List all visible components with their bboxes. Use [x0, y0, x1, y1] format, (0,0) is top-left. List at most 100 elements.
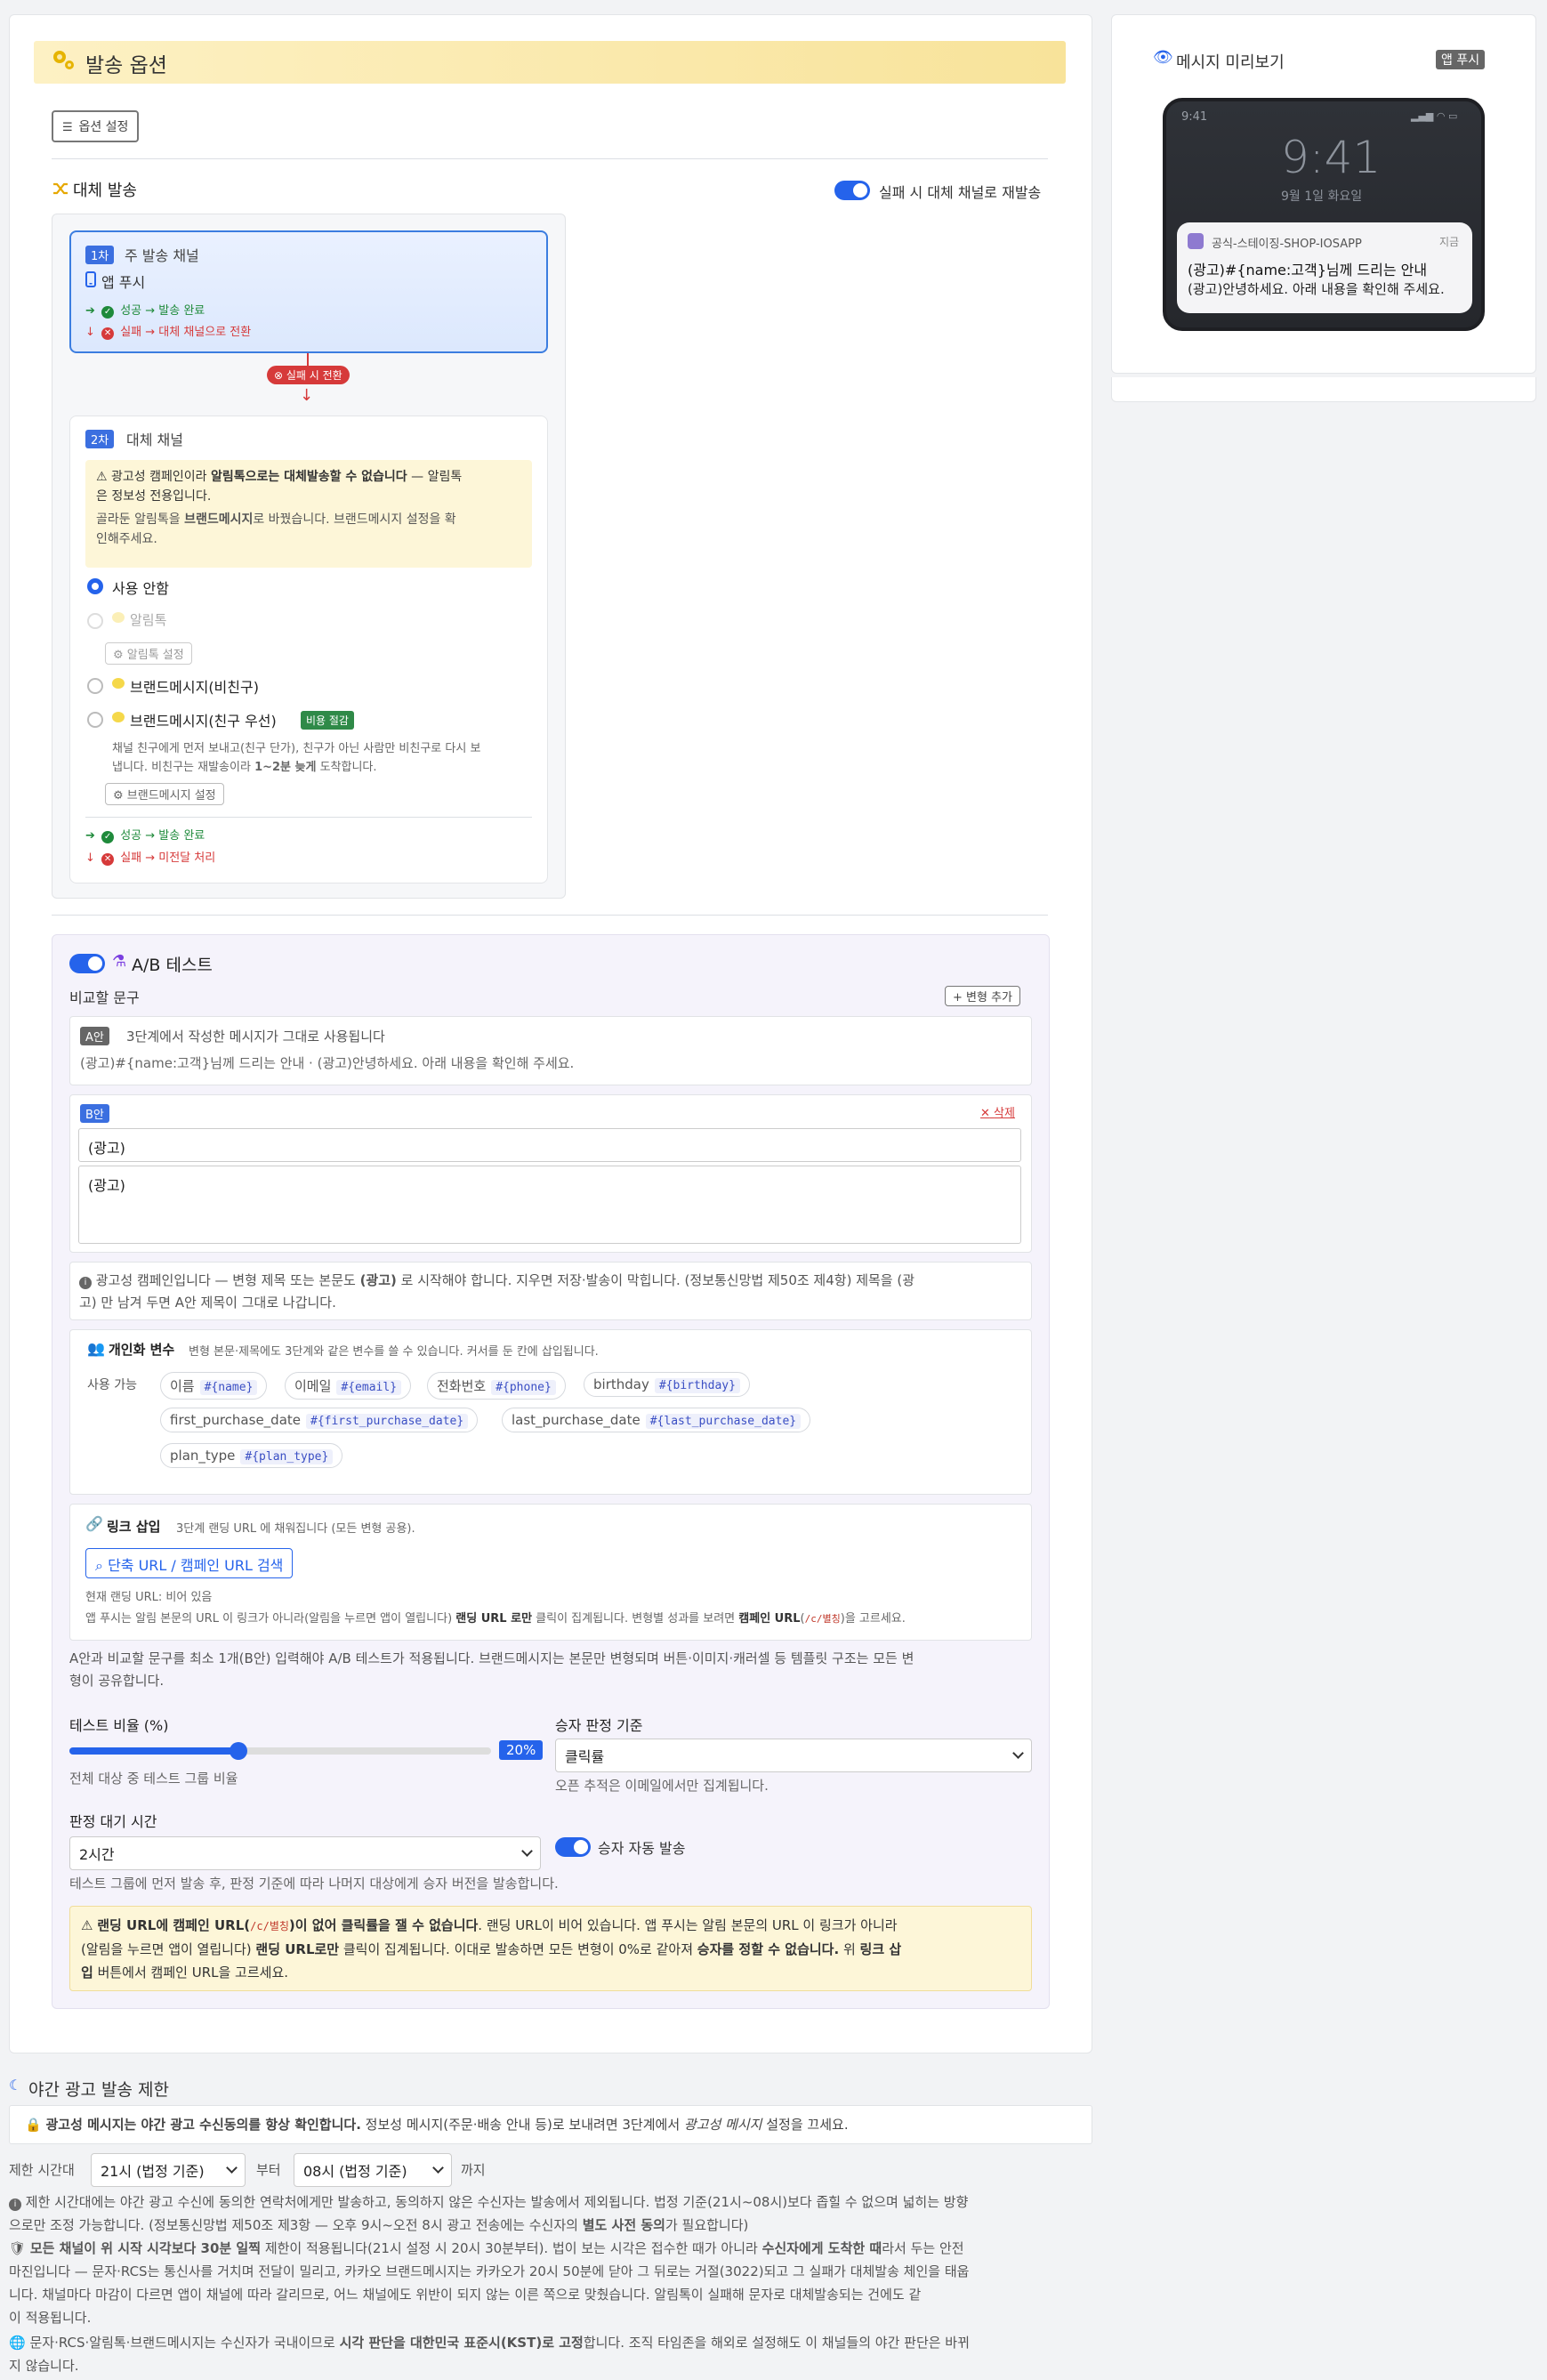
- winner-select-value: 클릭률: [565, 1748, 605, 1765]
- notification-body: (광고)안녕하세요. 아래 내용을 확인해 주세요.: [1188, 281, 1445, 297]
- var-pill-last-purchase[interactable]: last_purchase_date #{last_purchase_date}: [502, 1408, 811, 1432]
- notification-time: 지금: [1439, 236, 1460, 248]
- lock-icon: 🔒: [25, 2117, 42, 2133]
- night-info-1-line2: 으로만 조정 가능합니다. (정보통신망법 제50조 제3항 — 오후 9시~오…: [9, 2217, 749, 2233]
- arrow-down-icon: ↓: [85, 326, 95, 339]
- variant-b-badge: B안: [80, 1104, 109, 1123]
- check-circle-icon: ✓: [101, 831, 115, 843]
- flask-icon: ⚗: [112, 952, 127, 971]
- variant-b-body-textarea[interactable]: (광고): [78, 1166, 1021, 1244]
- primary-failure-text: 실패 → 대체 채널으로 전환: [120, 326, 252, 339]
- night-title: 야간 광고 발송 제한: [28, 2080, 169, 2100]
- available-label: 사용 가능: [87, 1378, 137, 1392]
- radio-alimtalk[interactable]: [87, 613, 103, 629]
- shield-icon: 🛡: [9, 2240, 27, 2256]
- phone-status-time: 9:41: [1181, 110, 1208, 124]
- chevron-down-icon: [1012, 1747, 1024, 1759]
- url-search-button[interactable]: ⌕ 단축 URL / 캠페인 URL 검색: [85, 1548, 294, 1578]
- sliders-icon: ☰: [62, 121, 73, 134]
- ab-alert-line2: (알림을 누르면 앱이 열립니다) 랜딩 URL로만 클릭이 집계됩니다. 이대…: [81, 1941, 902, 1957]
- brand-settings-button[interactable]: ⚙ 브랜드메시지 설정: [105, 783, 224, 805]
- connector-label-text: 실패 시 전환: [286, 369, 342, 382]
- night-info-1: i 제한 시간대에는 야간 광고 수신에 동의한 연락처에게만 발송하고, 동의…: [9, 2190, 1094, 2237]
- alimtalk-warning-line4: 인해주세요.: [96, 532, 157, 546]
- var-pill-birthday[interactable]: birthday #{birthday}: [584, 1372, 750, 1397]
- brand-desc-line1: 채널 친구에게 먼저 보내고(친구 단가), 친구가 아닌 사람만 비친구로 다…: [112, 742, 481, 755]
- radio-brand-friend-label: 브랜드메시지(친구 우선): [130, 713, 277, 730]
- ad-notice-line2: 고) 만 남겨 두면 A안 제목이 그대로 나갑니다.: [79, 1295, 336, 1311]
- night-to-select[interactable]: 08시 (법정 기준): [294, 2153, 452, 2187]
- auto-send-toggle[interactable]: [555, 1837, 591, 1857]
- primary-success-text: 성공 → 발송 완료: [120, 304, 205, 318]
- brand-desc-line2: 냅니다. 비친구는 재발송이라 1~2분 늦게 도착합니다.: [112, 761, 377, 774]
- mobile-icon: [85, 271, 96, 287]
- variant-b-delete-button[interactable]: ✕ 삭제: [980, 1103, 1015, 1120]
- fallback-toggle[interactable]: [834, 181, 870, 200]
- add-variant-label: 변형 추가: [966, 991, 1013, 1004]
- test-ratio-slider[interactable]: [69, 1742, 491, 1760]
- gears-icon: [53, 51, 74, 69]
- ad-notice: i 광고성 캠페인입니다 — 변형 제목 또는 본문도 (광고) 로 시작해야 …: [69, 1262, 1032, 1320]
- night-from-select[interactable]: 21시 (법정 기준): [91, 2153, 246, 2187]
- users-icon: 👥: [87, 1340, 105, 1357]
- var-pill-name[interactable]: 이름 #{name}: [160, 1372, 268, 1400]
- radio-alimtalk-label: 알림톡: [130, 612, 167, 628]
- chat-bubble-icon: [112, 678, 125, 689]
- notification-app-name: 공식-스테이징-SHOP-IOSAPP: [1212, 238, 1362, 251]
- current-landing-url: 현재 랜딩 URL: 비어 있음: [85, 1591, 213, 1604]
- option-settings-button[interactable]: ☰ 옵션 설정: [52, 110, 140, 142]
- radio-none-label: 사용 안함: [112, 580, 169, 597]
- check-circle-icon: ✓: [101, 306, 115, 319]
- test-ratio-fill: [69, 1747, 238, 1755]
- warning-icon: ⚠: [96, 470, 108, 484]
- compare-label: 비교할 문구: [69, 989, 140, 1006]
- phone-status-icons: ▂▄▆ ◠ ▭: [1411, 110, 1458, 122]
- winner-select[interactable]: 클릭률: [555, 1739, 1032, 1772]
- night-consent-text: 🔒 광고성 메시지는 야간 광고 수신동의를 항상 확인합니다. 정보성 메시지…: [25, 2117, 849, 2133]
- send-options-header: [34, 41, 1066, 84]
- chevron-down-icon: [226, 2162, 238, 2174]
- radio-brand-friend[interactable]: [87, 712, 103, 728]
- cost-saving-badge: 비용 절감: [301, 711, 354, 730]
- ab-test-alert: ⚠ 랜딩 URL에 캠페인 URL(/c/별칭)이 없어 클릭률을 잴 수 없습…: [69, 1906, 1032, 1991]
- night-info-2-line1: 🛡 모든 채널이 위 시작 시각보다 30분 일찍 제한이 적용됩니다(21시 …: [9, 2240, 964, 2256]
- link-insert-note: 앱 푸시는 알림 본문의 URL 이 링크가 아니라(알림을 누르면 앱이 열립…: [85, 1612, 906, 1626]
- variant-b-body-value: (광고): [88, 1177, 125, 1194]
- night-info-3-line2: 지 않습니다.: [9, 2358, 79, 2374]
- var-pill-email[interactable]: 이메일 #{email}: [285, 1372, 412, 1400]
- gear-icon: ⚙: [113, 649, 124, 662]
- secondary-success-text: 성공 → 발송 완료: [120, 829, 205, 843]
- variant-b-title-input[interactable]: (광고): [78, 1128, 1021, 1162]
- radio-brand-nonfriend-label: 브랜드메시지(비친구): [130, 679, 259, 696]
- wait-select[interactable]: 2시간: [69, 1836, 541, 1870]
- divider: [85, 817, 532, 818]
- radio-none[interactable]: [87, 578, 103, 594]
- link-insert-title: 링크 삽입: [107, 1519, 161, 1535]
- eye-icon: 👁: [1153, 48, 1173, 67]
- arrow-right-icon: ➔: [85, 304, 95, 318]
- apply-note-line2: 형이 공유합니다.: [69, 1673, 165, 1689]
- test-ratio-thumb[interactable]: [229, 1742, 247, 1760]
- personalization-title: 개인화 변수: [109, 1342, 175, 1358]
- info-icon: i: [79, 1277, 92, 1289]
- radio-brand-nonfriend[interactable]: [87, 678, 103, 694]
- night-from-value: 21시 (법정 기준): [101, 2163, 205, 2180]
- from-label: 부터: [256, 2162, 281, 2178]
- var-pill-phone[interactable]: 전화번호 #{phone}: [427, 1372, 566, 1400]
- secondary-success: ➔ ✓ 성공 → 발송 완료: [85, 826, 205, 843]
- night-info-3: 🌐 문자·RCS·알림톡·브랜드메시지는 수신자가 국내이므로 시각 판단을 대…: [9, 2331, 1094, 2377]
- x-circle-icon: ✕: [101, 327, 115, 340]
- personalization-desc: 변형 본문·제목에도 3단계와 같은 변수를 쓸 수 있습니다. 커서를 둔 칸…: [189, 1345, 599, 1359]
- chevron-down-icon: [432, 2162, 444, 2174]
- secondary-badge: 2차: [85, 430, 115, 448]
- warning-icon: ⚠: [81, 1917, 93, 1933]
- ab-test-toggle[interactable]: [69, 954, 105, 973]
- wait-label: 판정 대기 시간: [69, 1813, 157, 1830]
- var-pill-first-purchase[interactable]: first_purchase_date #{first_purchase_date…: [160, 1408, 479, 1432]
- alimtalk-settings-button[interactable]: ⚙ 알림톡 설정: [105, 642, 192, 665]
- night-info-2: 🛡 모든 채널이 위 시작 시각보다 30분 일찍 제한이 적용됩니다(21시 …: [9, 2237, 1094, 2329]
- add-variant-button[interactable]: + 변형 추가: [945, 986, 1021, 1006]
- arrow-down-icon: ↓: [85, 851, 95, 865]
- var-pill-plan-type[interactable]: plan_type #{plan_type}: [160, 1443, 343, 1468]
- search-icon: ⌕: [95, 1557, 103, 1574]
